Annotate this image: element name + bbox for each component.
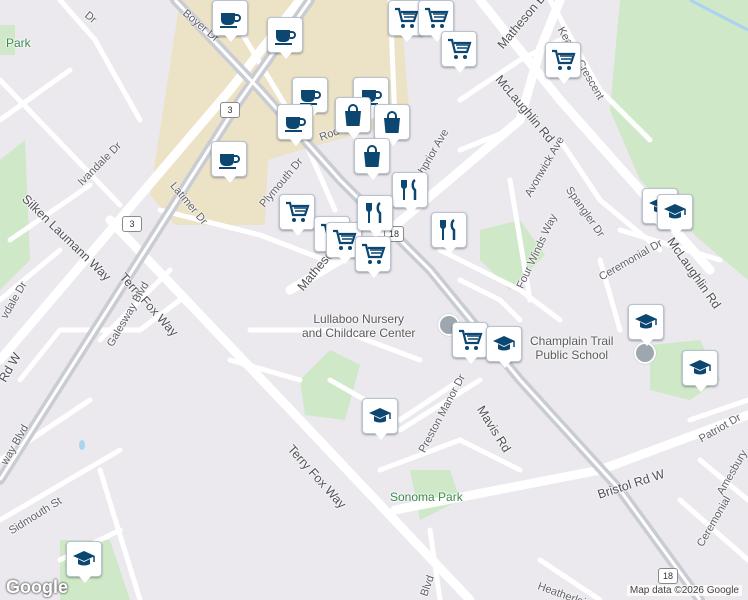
- shopping-cart-icon: [362, 243, 386, 264]
- restaurant-pin[interactable]: [357, 195, 393, 237]
- place-label-lullaboo[interactable]: Lullaboo Nursery and Childcare Center: [302, 312, 415, 340]
- school-icon: [493, 336, 515, 351]
- shopping-bag-icon: [364, 145, 380, 167]
- restaurant-pin[interactable]: [431, 212, 467, 254]
- restaurant-pin[interactable]: [392, 172, 428, 214]
- restaurant-icon: [366, 201, 382, 223]
- school-pin[interactable]: [362, 398, 398, 440]
- school-pin[interactable]: [628, 304, 664, 346]
- shopping-bag-icon: [384, 111, 400, 133]
- place-label-lullaboo-line2: and Childcare Center: [302, 326, 416, 340]
- school-icon: [689, 360, 711, 375]
- google-logo: Google: [6, 577, 68, 597]
- place-label-park[interactable]: Park: [6, 36, 31, 50]
- school-pin[interactable]: [657, 194, 693, 236]
- place-label-lullaboo-line1: Lullaboo Nursery: [313, 312, 405, 326]
- cafe-icon: [285, 117, 306, 132]
- hwy-3-shield: 3: [122, 216, 142, 232]
- shopping-cart-pin[interactable]: [355, 236, 391, 278]
- shopping-cart-icon: [552, 49, 576, 70]
- shopping-cart-icon: [286, 201, 310, 222]
- shopping-bag-pin[interactable]: [335, 97, 371, 139]
- school-icon: [369, 408, 391, 423]
- cafe-icon: [275, 30, 296, 45]
- hwy-3-shield: 3: [220, 102, 240, 118]
- shopping-cart-icon: [395, 7, 419, 28]
- shopping-cart-icon: [459, 329, 483, 350]
- cafe-icon: [219, 154, 240, 169]
- school-icon: [664, 204, 686, 219]
- shopping-cart-icon: [425, 7, 449, 28]
- shopping-cart-pin[interactable]: [545, 42, 581, 84]
- map-canvas[interactable]: Silken Laumann Way Terry Fox Way Terry F…: [0, 0, 748, 600]
- place-label-sonoma[interactable]: Sonoma Park: [390, 490, 463, 504]
- place-label-champlain[interactable]: Champlain Trail Public School: [530, 334, 613, 362]
- shopping-cart-icon: [333, 229, 357, 250]
- map-attribution: Map data ©2026 Google: [626, 585, 742, 596]
- school-icon: [73, 551, 95, 566]
- school-pin[interactable]: [682, 350, 718, 392]
- cafe-pin[interactable]: [211, 141, 247, 183]
- shopping-cart-icon: [448, 38, 472, 59]
- shopping-cart-pin[interactable]: [452, 322, 488, 364]
- restaurant-icon: [440, 218, 456, 240]
- shopping-bag-icon: [345, 104, 361, 126]
- hwy-18-shield: 18: [658, 568, 678, 584]
- cafe-icon: [220, 13, 241, 28]
- place-label-champlain-line1: Champlain Trail: [530, 334, 614, 348]
- place-label-champlain-line2: Public School: [535, 348, 609, 362]
- shopping-cart-pin[interactable]: [279, 194, 315, 236]
- school-pin[interactable]: [66, 541, 102, 583]
- shopping-bag-pin[interactable]: [354, 138, 390, 180]
- cafe-pin[interactable]: [267, 17, 303, 59]
- cafe-pin[interactable]: [212, 0, 248, 42]
- shopping-bag-pin[interactable]: [374, 104, 410, 146]
- restaurant-icon: [401, 178, 417, 200]
- school-pin[interactable]: [486, 326, 522, 368]
- school-icon: [635, 314, 657, 329]
- cafe-pin[interactable]: [277, 104, 313, 146]
- shopping-cart-pin[interactable]: [441, 31, 477, 73]
